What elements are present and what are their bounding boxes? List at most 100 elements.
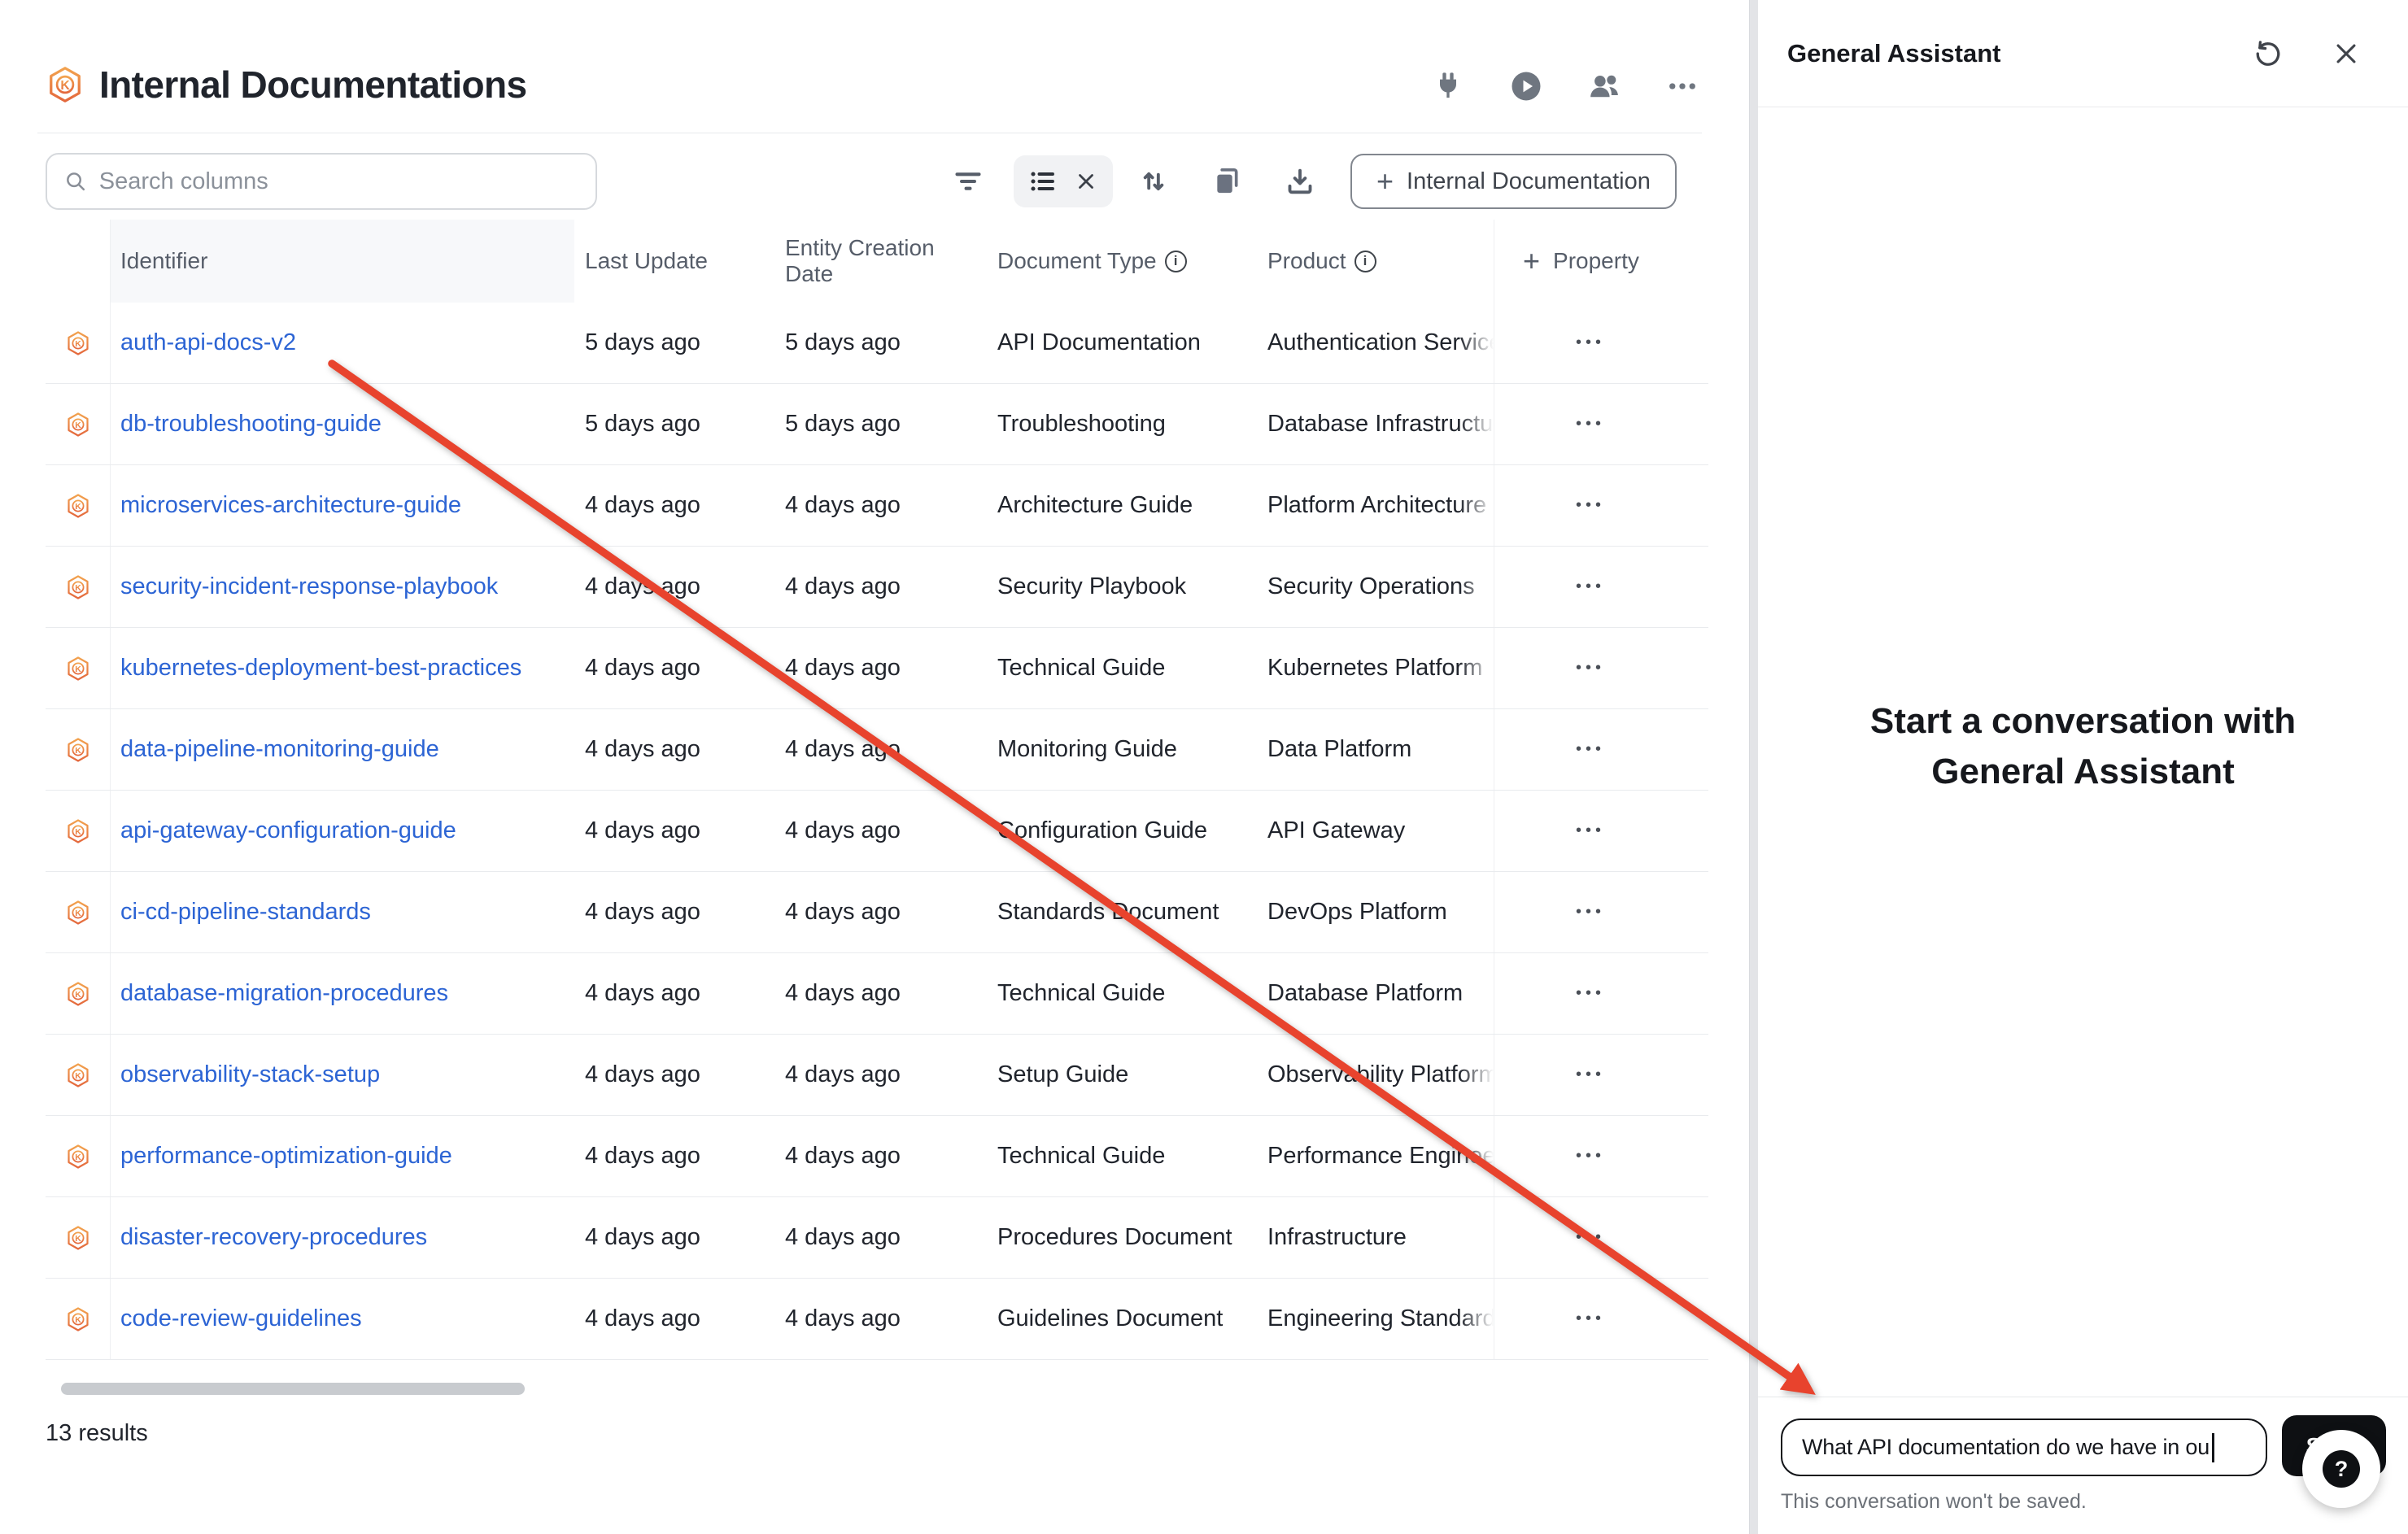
members-icon[interactable] xyxy=(1586,68,1622,104)
assistant-panel-header: General Assistant xyxy=(1758,0,2408,107)
copy-icon[interactable] xyxy=(1201,155,1253,207)
column-header-last-update[interactable]: Last Update xyxy=(574,220,737,303)
table-row[interactable]: data-pipeline-monitoring-guide 4 days ag… xyxy=(46,709,1708,791)
identifier-link[interactable]: microservices-architecture-guide xyxy=(120,492,461,519)
table-row[interactable]: db-troubleshooting-guide 5 days ago 5 da… xyxy=(46,384,1708,465)
table-row[interactable]: auth-api-docs-v2 5 days ago 5 days ago A… xyxy=(46,303,1708,384)
identifier-link[interactable]: disaster-recovery-procedures xyxy=(120,1224,427,1251)
term-icon xyxy=(65,818,91,844)
entity-creation-date-cell: 4 days ago xyxy=(737,709,981,790)
last-update-cell: 5 days ago xyxy=(574,384,737,464)
identifier-link[interactable]: api-gateway-configuration-guide xyxy=(120,817,456,844)
last-update-cell: 4 days ago xyxy=(574,628,737,708)
table-row[interactable]: code-review-guidelines 4 days ago 4 days… xyxy=(46,1279,1708,1360)
download-icon[interactable] xyxy=(1274,155,1326,207)
column-header-product[interactable]: Product i xyxy=(1250,220,1494,303)
table-row[interactable]: observability-stack-setup 4 days ago 4 d… xyxy=(46,1035,1708,1116)
table-toolbar: + Internal Documentation xyxy=(942,153,1677,210)
row-actions-button[interactable]: ••• xyxy=(1523,1310,1605,1328)
assistant-chat-input[interactable]: What API documentation do we have in ou xyxy=(1781,1419,2267,1476)
help-widget[interactable]: ? xyxy=(2302,1430,2380,1508)
table-row[interactable]: performance-optimization-guide 4 days ag… xyxy=(46,1116,1708,1197)
identifier-link[interactable]: kubernetes-deployment-best-practices xyxy=(120,655,521,682)
close-panel-icon[interactable] xyxy=(2330,37,2362,70)
plus-icon: + xyxy=(1523,246,1540,276)
app-window: K Internal Documentations xyxy=(0,0,2408,1534)
search-columns-box xyxy=(46,153,597,210)
row-actions-button[interactable]: ••• xyxy=(1523,577,1605,596)
row-actions-button[interactable]: ••• xyxy=(1523,659,1605,678)
table-row[interactable]: disaster-recovery-procedures 4 days ago … xyxy=(46,1197,1708,1279)
term-icon xyxy=(65,981,91,1007)
entity-creation-date-cell: 5 days ago xyxy=(737,384,981,464)
term-icon xyxy=(65,493,91,519)
assistant-panel: General Assistant Start a conversation w… xyxy=(1758,0,2408,1534)
plus-icon: + xyxy=(1376,167,1394,196)
document-type-cell: Security Playbook xyxy=(981,547,1250,627)
info-icon[interactable]: i xyxy=(1354,251,1376,272)
identifier-link[interactable]: data-pipeline-monitoring-guide xyxy=(120,736,439,763)
term-icon xyxy=(65,1306,91,1332)
row-actions-button[interactable]: ••• xyxy=(1523,821,1605,840)
row-actions-button[interactable]: ••• xyxy=(1523,1066,1605,1084)
identifier-link[interactable]: database-migration-procedures xyxy=(120,980,448,1007)
row-actions-button[interactable]: ••• xyxy=(1523,903,1605,922)
reset-conversation-icon[interactable] xyxy=(2252,37,2284,70)
conversation-disclaimer: This conversation won't be saved. xyxy=(1781,1490,2087,1514)
column-header-entity-creation-date[interactable]: Entity Creation Date xyxy=(737,220,981,303)
table-row[interactable]: database-migration-procedures 4 days ago… xyxy=(46,953,1708,1035)
last-update-cell: 4 days ago xyxy=(574,953,737,1034)
sort-icon[interactable] xyxy=(1128,155,1180,207)
row-actions-button[interactable]: ••• xyxy=(1523,740,1605,759)
documents-table: Identifier Last Update Entity Creation D… xyxy=(46,220,1708,1360)
entity-creation-date-cell: 4 days ago xyxy=(737,628,981,708)
identifier-link[interactable]: security-incident-response-playbook xyxy=(120,573,498,600)
search-columns-input[interactable] xyxy=(99,168,579,195)
table-row[interactable]: microservices-architecture-guide 4 days … xyxy=(46,465,1708,547)
plug-icon[interactable] xyxy=(1430,68,1466,104)
table-header-row: Identifier Last Update Entity Creation D… xyxy=(46,220,1708,303)
product-cell: Infrastructure xyxy=(1250,1197,1494,1278)
page-header: Internal Documentations xyxy=(46,59,527,111)
table-row[interactable]: security-incident-response-playbook 4 da… xyxy=(46,547,1708,628)
identifier-link[interactable]: db-troubleshooting-guide xyxy=(120,411,382,438)
header-actions xyxy=(1430,68,1700,104)
table-row[interactable]: ci-cd-pipeline-standards 4 days ago 4 da… xyxy=(46,872,1708,953)
table-row[interactable]: kubernetes-deployment-best-practices 4 d… xyxy=(46,628,1708,709)
play-icon[interactable] xyxy=(1508,68,1544,104)
filter-icon[interactable] xyxy=(942,155,994,207)
term-icon xyxy=(65,1062,91,1088)
row-actions-button[interactable]: ••• xyxy=(1523,333,1605,352)
more-icon[interactable] xyxy=(1664,68,1700,104)
add-property-button[interactable]: + Property xyxy=(1494,220,1708,303)
identifier-link[interactable]: code-review-guidelines xyxy=(120,1305,362,1332)
row-actions-button[interactable]: ••• xyxy=(1523,1147,1605,1166)
column-header-identifier[interactable]: Identifier xyxy=(111,220,574,303)
identifier-link[interactable]: auth-api-docs-v2 xyxy=(120,329,296,356)
document-type-cell: Guidelines Document xyxy=(981,1279,1250,1359)
list-view-icon[interactable] xyxy=(1028,167,1058,196)
row-actions-button[interactable]: ••• xyxy=(1523,984,1605,1003)
identifier-link[interactable]: performance-optimization-guide xyxy=(120,1143,452,1170)
empty-state-line2: General Assistant xyxy=(1758,747,2408,797)
document-type-cell: Technical Guide xyxy=(981,628,1250,708)
horizontal-scrollbar[interactable] xyxy=(61,1383,525,1395)
create-internal-documentation-button[interactable]: + Internal Documentation xyxy=(1350,154,1677,209)
entity-creation-date-cell: 4 days ago xyxy=(737,872,981,952)
identifier-link[interactable]: ci-cd-pipeline-standards xyxy=(120,899,371,926)
page-title: Internal Documentations xyxy=(99,63,527,107)
term-icon xyxy=(65,1225,91,1251)
table-row[interactable]: api-gateway-configuration-guide 4 days a… xyxy=(46,791,1708,872)
header-icon-column xyxy=(46,220,111,303)
info-icon[interactable]: i xyxy=(1165,251,1187,272)
entity-creation-date-cell: 4 days ago xyxy=(737,953,981,1034)
document-type-cell: Troubleshooting xyxy=(981,384,1250,464)
product-cell: Platform Architecture xyxy=(1250,465,1494,546)
last-update-cell: 4 days ago xyxy=(574,547,737,627)
row-actions-button[interactable]: ••• xyxy=(1523,415,1605,434)
close-view-icon[interactable] xyxy=(1074,169,1098,194)
row-actions-button[interactable]: ••• xyxy=(1523,1228,1605,1247)
column-header-document-type[interactable]: Document Type i xyxy=(981,220,1250,303)
row-actions-button[interactable]: ••• xyxy=(1523,496,1605,515)
identifier-link[interactable]: observability-stack-setup xyxy=(120,1061,380,1088)
